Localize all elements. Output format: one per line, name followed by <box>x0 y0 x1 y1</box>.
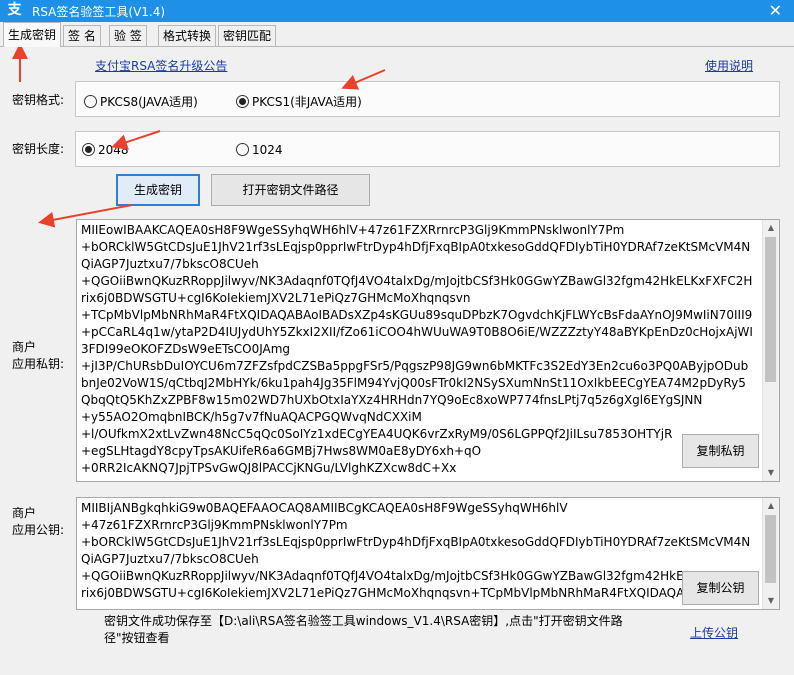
title-bar: 支 RSA签名验签工具(V1.4) ✕ <box>0 0 794 22</box>
alipay-icon: 支 <box>7 2 22 18</box>
radio-1024-circle[interactable] <box>236 143 249 156</box>
close-icon[interactable]: ✕ <box>769 1 782 20</box>
window-title: RSA签名验签工具(V1.4) <box>32 5 166 19</box>
public-key-scrollbar[interactable]: ▲ ▼ <box>762 498 779 609</box>
key-format-group: PKCS8(JAVA适用) PKCS1(非JAVA适用) <box>75 81 780 117</box>
tab-generate-key[interactable]: 生成密钥 <box>3 22 62 47</box>
private-key-label-line2: 应用私钥: <box>12 357 65 371</box>
key-length-group: 2048 1024 <box>75 131 780 167</box>
scrollbar-thumb[interactable] <box>765 237 776 382</box>
radio-pkcs1[interactable]: PKCS1(非JAVA适用) <box>236 93 362 110</box>
scroll-up-icon[interactable]: ▲ <box>763 498 779 514</box>
radio-2048[interactable]: 2048 <box>82 143 129 157</box>
radio-pkcs8[interactable]: PKCS8(JAVA适用) <box>84 93 198 110</box>
radio-1024[interactable]: 1024 <box>236 143 283 157</box>
radio-1024-label: 1024 <box>252 143 283 157</box>
radio-pkcs1-label: PKCS1(非JAVA适用) <box>252 95 362 109</box>
key-length-label: 密钥长度: <box>12 142 65 156</box>
generate-key-button[interactable]: 生成密钥 <box>116 174 200 206</box>
tab-bar: 生成密钥 签 名 验 签 格式转换 密钥匹配 <box>0 22 794 47</box>
open-key-path-button[interactable]: 打开密钥文件路径 <box>211 174 370 206</box>
help-link[interactable]: 使用说明 <box>705 57 753 74</box>
radio-2048-label: 2048 <box>98 143 129 157</box>
private-key-scrollbar[interactable]: ▲ ▼ <box>762 220 779 481</box>
scrollbar-thumb[interactable] <box>765 515 776 583</box>
private-key-text[interactable]: MIIEowIBAAKCAQEA0sH8F9WgeSSyhqWH6hlV+47z… <box>81 222 755 477</box>
copy-private-key-button[interactable]: 复制私钥 <box>682 434 759 468</box>
tab-verify[interactable]: 验 签 <box>109 25 147 46</box>
radio-pkcs8-circle[interactable] <box>84 95 97 108</box>
upgrade-notice-link[interactable]: 支付宝RSA签名升级公告 <box>95 57 227 74</box>
private-key-label-line1: 商户 <box>12 340 37 354</box>
radio-pkcs1-circle[interactable] <box>236 95 249 108</box>
private-key-textarea[interactable]: MIIEowIBAAKCAQEA0sH8F9WgeSSyhqWH6hlV+47z… <box>76 219 780 482</box>
copy-public-key-button[interactable]: 复制公钥 <box>682 571 759 605</box>
scroll-up-icon[interactable]: ▲ <box>763 220 779 236</box>
status-message: 密钥文件成功保存至【D:\ali\RSA签名验签工具windows_V1.4\R… <box>104 614 623 645</box>
public-key-label-line2: 应用公钥: <box>12 523 65 537</box>
upload-public-key-link[interactable]: 上传公钥 <box>690 624 738 641</box>
tab-key-match[interactable]: 密钥匹配 <box>218 25 277 46</box>
scroll-down-icon[interactable]: ▼ <box>763 593 779 609</box>
tab-sign[interactable]: 签 名 <box>63 25 101 46</box>
public-key-text[interactable]: MIIBIjANBgkqhkiG9w0BAQEFAAOCAQ8AMIIBCgKC… <box>81 500 755 602</box>
public-key-label-line1: 商户 <box>12 506 37 520</box>
scroll-down-icon[interactable]: ▼ <box>763 465 779 481</box>
radio-2048-circle[interactable] <box>82 143 95 156</box>
tab-format-convert[interactable]: 格式转换 <box>158 25 217 46</box>
radio-pkcs8-label: PKCS8(JAVA适用) <box>100 95 198 109</box>
key-format-label: 密钥格式: <box>12 93 65 107</box>
public-key-textarea[interactable]: MIIBIjANBgkqhkiG9w0BAQEFAAOCAQ8AMIIBCgKC… <box>76 497 780 610</box>
